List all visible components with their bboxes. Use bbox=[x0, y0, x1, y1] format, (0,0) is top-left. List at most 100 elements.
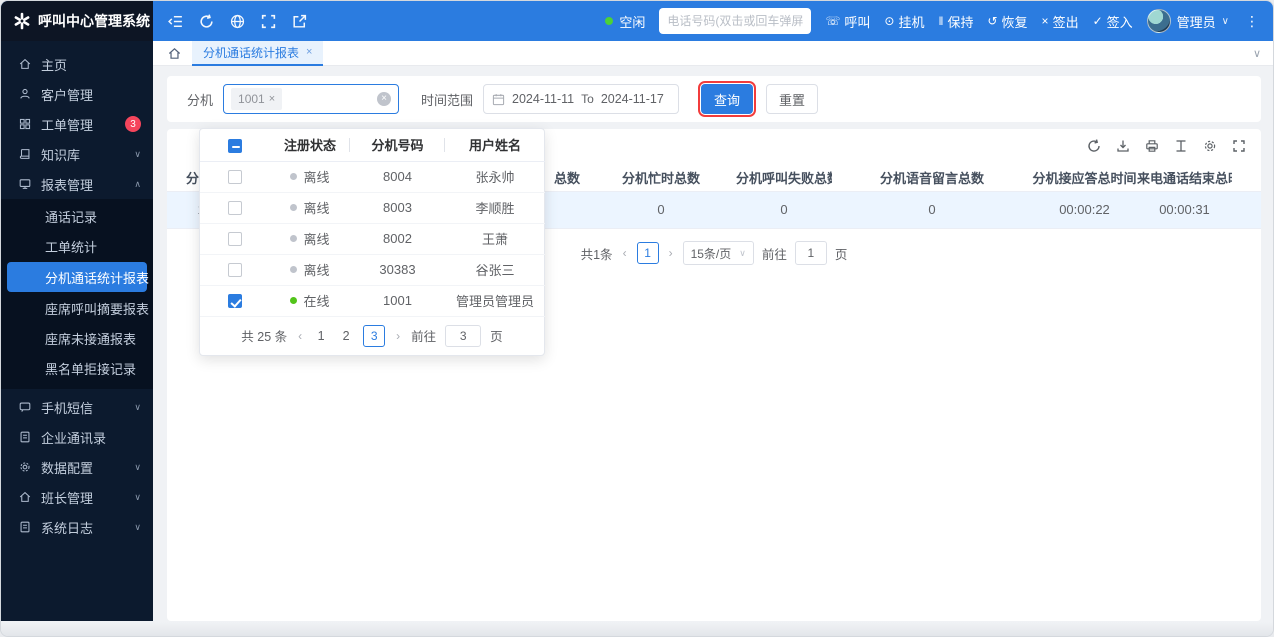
dropdown-row[interactable]: 在线 1001 管理员管理员 bbox=[200, 285, 545, 317]
row-height-icon[interactable] bbox=[1173, 138, 1189, 154]
phone-number-input[interactable] bbox=[659, 8, 812, 34]
reports-submenu: 通话记录 工单统计 分机通话统计报表 座席呼叫摘要报表 座席未接通报表 黑名单拒… bbox=[1, 199, 153, 389]
dropdown-row[interactable]: 离线 8004 张永帅 bbox=[200, 161, 545, 193]
extension-select[interactable]: 1001 × × bbox=[223, 84, 400, 114]
sidebar-item-home[interactable]: 主页 bbox=[1, 49, 153, 79]
date-range-picker[interactable]: 2024-11-11 To 2024-11-17 bbox=[483, 84, 680, 114]
sidebar-item-knowledge-base[interactable]: 知识库 ∨ bbox=[1, 139, 153, 169]
tab-bar: 分机通话统计报表 × ∨ bbox=[153, 40, 1273, 66]
dd-prev-page-icon[interactable]: ‹ bbox=[296, 329, 304, 343]
prev-page-icon[interactable]: ‹ bbox=[621, 246, 629, 260]
row-checkbox[interactable] bbox=[228, 232, 242, 247]
goto-page-input[interactable] bbox=[794, 241, 827, 265]
call-button[interactable]: ☏ 呼叫 bbox=[825, 12, 870, 31]
row-checkbox[interactable] bbox=[228, 263, 242, 278]
offline-dot-icon bbox=[290, 235, 298, 242]
refresh-table-icon[interactable] bbox=[1086, 138, 1102, 154]
dd-next-page-icon[interactable]: › bbox=[394, 329, 402, 343]
sidebar-item-directory[interactable]: 企业通讯录 bbox=[1, 422, 153, 452]
resume-icon: ↺ bbox=[987, 14, 998, 28]
user-menu[interactable]: 管理员 ∨ bbox=[1146, 9, 1229, 33]
external-link-icon[interactable] bbox=[291, 13, 308, 30]
sidebar-item-reports[interactable]: 报表管理 ∧ bbox=[1, 169, 153, 199]
top-header: 呼叫中心管理系统 空闲 ☏呼叫 ⊙挂机 ‖保持 ↺恢复 ×签出 ✓签入 管理员 bbox=[1, 1, 1273, 41]
dropdown-row[interactable]: 离线 8002 王萧 bbox=[200, 223, 545, 255]
resume-button[interactable]: ↺ 恢复 bbox=[987, 12, 1027, 31]
user-name: 管理员 bbox=[1176, 14, 1216, 30]
reset-button[interactable]: 重置 bbox=[766, 84, 819, 114]
search-button[interactable]: 查询 bbox=[698, 81, 757, 117]
col-busy-total[interactable]: 分机忙时总数 bbox=[586, 165, 736, 192]
hangup-button[interactable]: ⊙ 挂机 bbox=[884, 12, 924, 31]
monitor-icon bbox=[18, 177, 32, 191]
print-icon[interactable] bbox=[1144, 138, 1160, 154]
chat-icon bbox=[18, 400, 32, 414]
tab-extension-call-report[interactable]: 分机通话统计报表 × bbox=[192, 40, 324, 66]
sign-out-button[interactable]: × 签出 bbox=[1042, 12, 1079, 31]
sidebar-item-customers[interactable]: 客户管理 bbox=[1, 79, 153, 109]
clear-select-icon[interactable]: × bbox=[377, 92, 392, 106]
hold-button[interactable]: ‖ 保持 bbox=[938, 12, 973, 31]
col-voicemail-total[interactable]: 分机语音留言总数 bbox=[832, 165, 1032, 192]
sidebar-item-system-logs[interactable]: 系统日志 ∨ bbox=[1, 512, 153, 542]
submenu-item-extension-call-report[interactable]: 分机通话统计报表 bbox=[7, 262, 149, 292]
agent-status: 空闲 bbox=[605, 12, 645, 31]
topbar-right: 空闲 ☏呼叫 ⊙挂机 ‖保持 ↺恢复 ×签出 ✓签入 管理员 ∨ ⋮ bbox=[605, 8, 1273, 34]
offline-dot-icon bbox=[290, 266, 298, 273]
sidebar-item-tickets[interactable]: 工单管理 3 bbox=[1, 109, 153, 139]
sidebar-item-data-config[interactable]: 数据配置 ∨ bbox=[1, 452, 153, 482]
sign-in-button[interactable]: ✓ 签入 bbox=[1093, 12, 1133, 31]
row-checkbox[interactable] bbox=[228, 170, 242, 185]
submenu-item-agent-call-summary[interactable]: 座席呼叫摘要报表 bbox=[1, 293, 153, 323]
submenu-item-agent-missed-calls[interactable]: 座席未接通报表 bbox=[1, 323, 153, 353]
next-page-icon[interactable]: › bbox=[667, 246, 675, 260]
expand-fullscreen-icon[interactable] bbox=[1231, 138, 1247, 154]
tab-list-chevron-icon[interactable]: ∨ bbox=[1253, 47, 1261, 60]
call-icon: ☏ bbox=[825, 14, 841, 28]
col-failed-total[interactable]: 分机呼叫失败总数 bbox=[736, 165, 832, 192]
submenu-item-ticket-stats[interactable]: 工单统计 bbox=[1, 231, 153, 261]
column-settings-icon[interactable] bbox=[1202, 138, 1218, 154]
dropdown-pagination: 共 25 条 ‹ 1 2 3 › 前往 页 bbox=[200, 317, 544, 355]
more-menu-icon[interactable]: ⋮ bbox=[1243, 13, 1261, 30]
hangup-icon: ⊙ bbox=[884, 14, 895, 28]
close-tab-icon[interactable]: × bbox=[306, 46, 312, 58]
col-call-end-time-total[interactable]: 来电通话结束总时间 bbox=[1137, 165, 1232, 192]
dd-page-3-active[interactable]: 3 bbox=[363, 324, 386, 347]
dropdown-row[interactable]: 离线 30383 谷张三 bbox=[200, 254, 545, 286]
date-start-value[interactable]: 2024-11-11 bbox=[512, 92, 574, 106]
page-1-button[interactable]: 1 bbox=[636, 242, 659, 264]
date-end-value[interactable]: 2024-11-17 bbox=[601, 92, 664, 106]
col-answer-time-total[interactable]: 分机接应答总时间 bbox=[1032, 165, 1137, 192]
fullscreen-icon[interactable] bbox=[260, 13, 277, 30]
select-all-checkbox[interactable] bbox=[228, 138, 242, 153]
download-icon[interactable] bbox=[1115, 138, 1131, 154]
ticket-count-badge: 3 bbox=[125, 116, 141, 132]
app-window: 呼叫中心管理系统 空闲 ☏呼叫 ⊙挂机 ‖保持 ↺恢复 ×签出 ✓签入 管理员 bbox=[0, 0, 1274, 637]
collapse-menu-icon[interactable] bbox=[167, 13, 184, 30]
status-dot-icon bbox=[605, 17, 614, 25]
dd-col-extension: 分机号码 bbox=[350, 129, 445, 162]
refresh-icon[interactable] bbox=[198, 13, 215, 30]
sign-in-icon: ✓ bbox=[1092, 14, 1103, 28]
chevron-down-icon: ∨ bbox=[739, 247, 746, 258]
submenu-item-blacklist-rejections[interactable]: 黑名单拒接记录 bbox=[1, 353, 153, 383]
home-tab-icon[interactable] bbox=[167, 46, 182, 61]
table-toolbar bbox=[1086, 138, 1247, 154]
page-size-select[interactable]: 15条/页 ∨ bbox=[682, 241, 754, 265]
dd-goto-page-input[interactable] bbox=[445, 324, 482, 347]
row-checkbox-checked[interactable] bbox=[228, 294, 242, 309]
sidebar-item-supervisor[interactable]: 班长管理 ∨ bbox=[1, 482, 153, 512]
language-globe-icon[interactable] bbox=[229, 13, 246, 30]
submenu-item-call-records[interactable]: 通话记录 bbox=[1, 201, 153, 231]
row-checkbox[interactable] bbox=[228, 201, 242, 216]
chevron-down-icon: ∨ bbox=[1221, 15, 1229, 27]
extension-dropdown: 注册状态 分机号码 用户姓名 离线 8004 张永帅 离线 8003 李顺胜 离… bbox=[199, 128, 545, 356]
dd-page-2[interactable]: 2 bbox=[338, 329, 354, 343]
gear-icon bbox=[18, 460, 32, 474]
dropdown-row[interactable]: 离线 8003 李顺胜 bbox=[200, 192, 545, 224]
sidebar-item-sms[interactable]: 手机短信 ∨ bbox=[1, 392, 153, 422]
date-separator: To bbox=[581, 92, 594, 106]
dd-page-1[interactable]: 1 bbox=[313, 329, 329, 343]
remove-tag-icon[interactable]: × bbox=[269, 93, 275, 105]
